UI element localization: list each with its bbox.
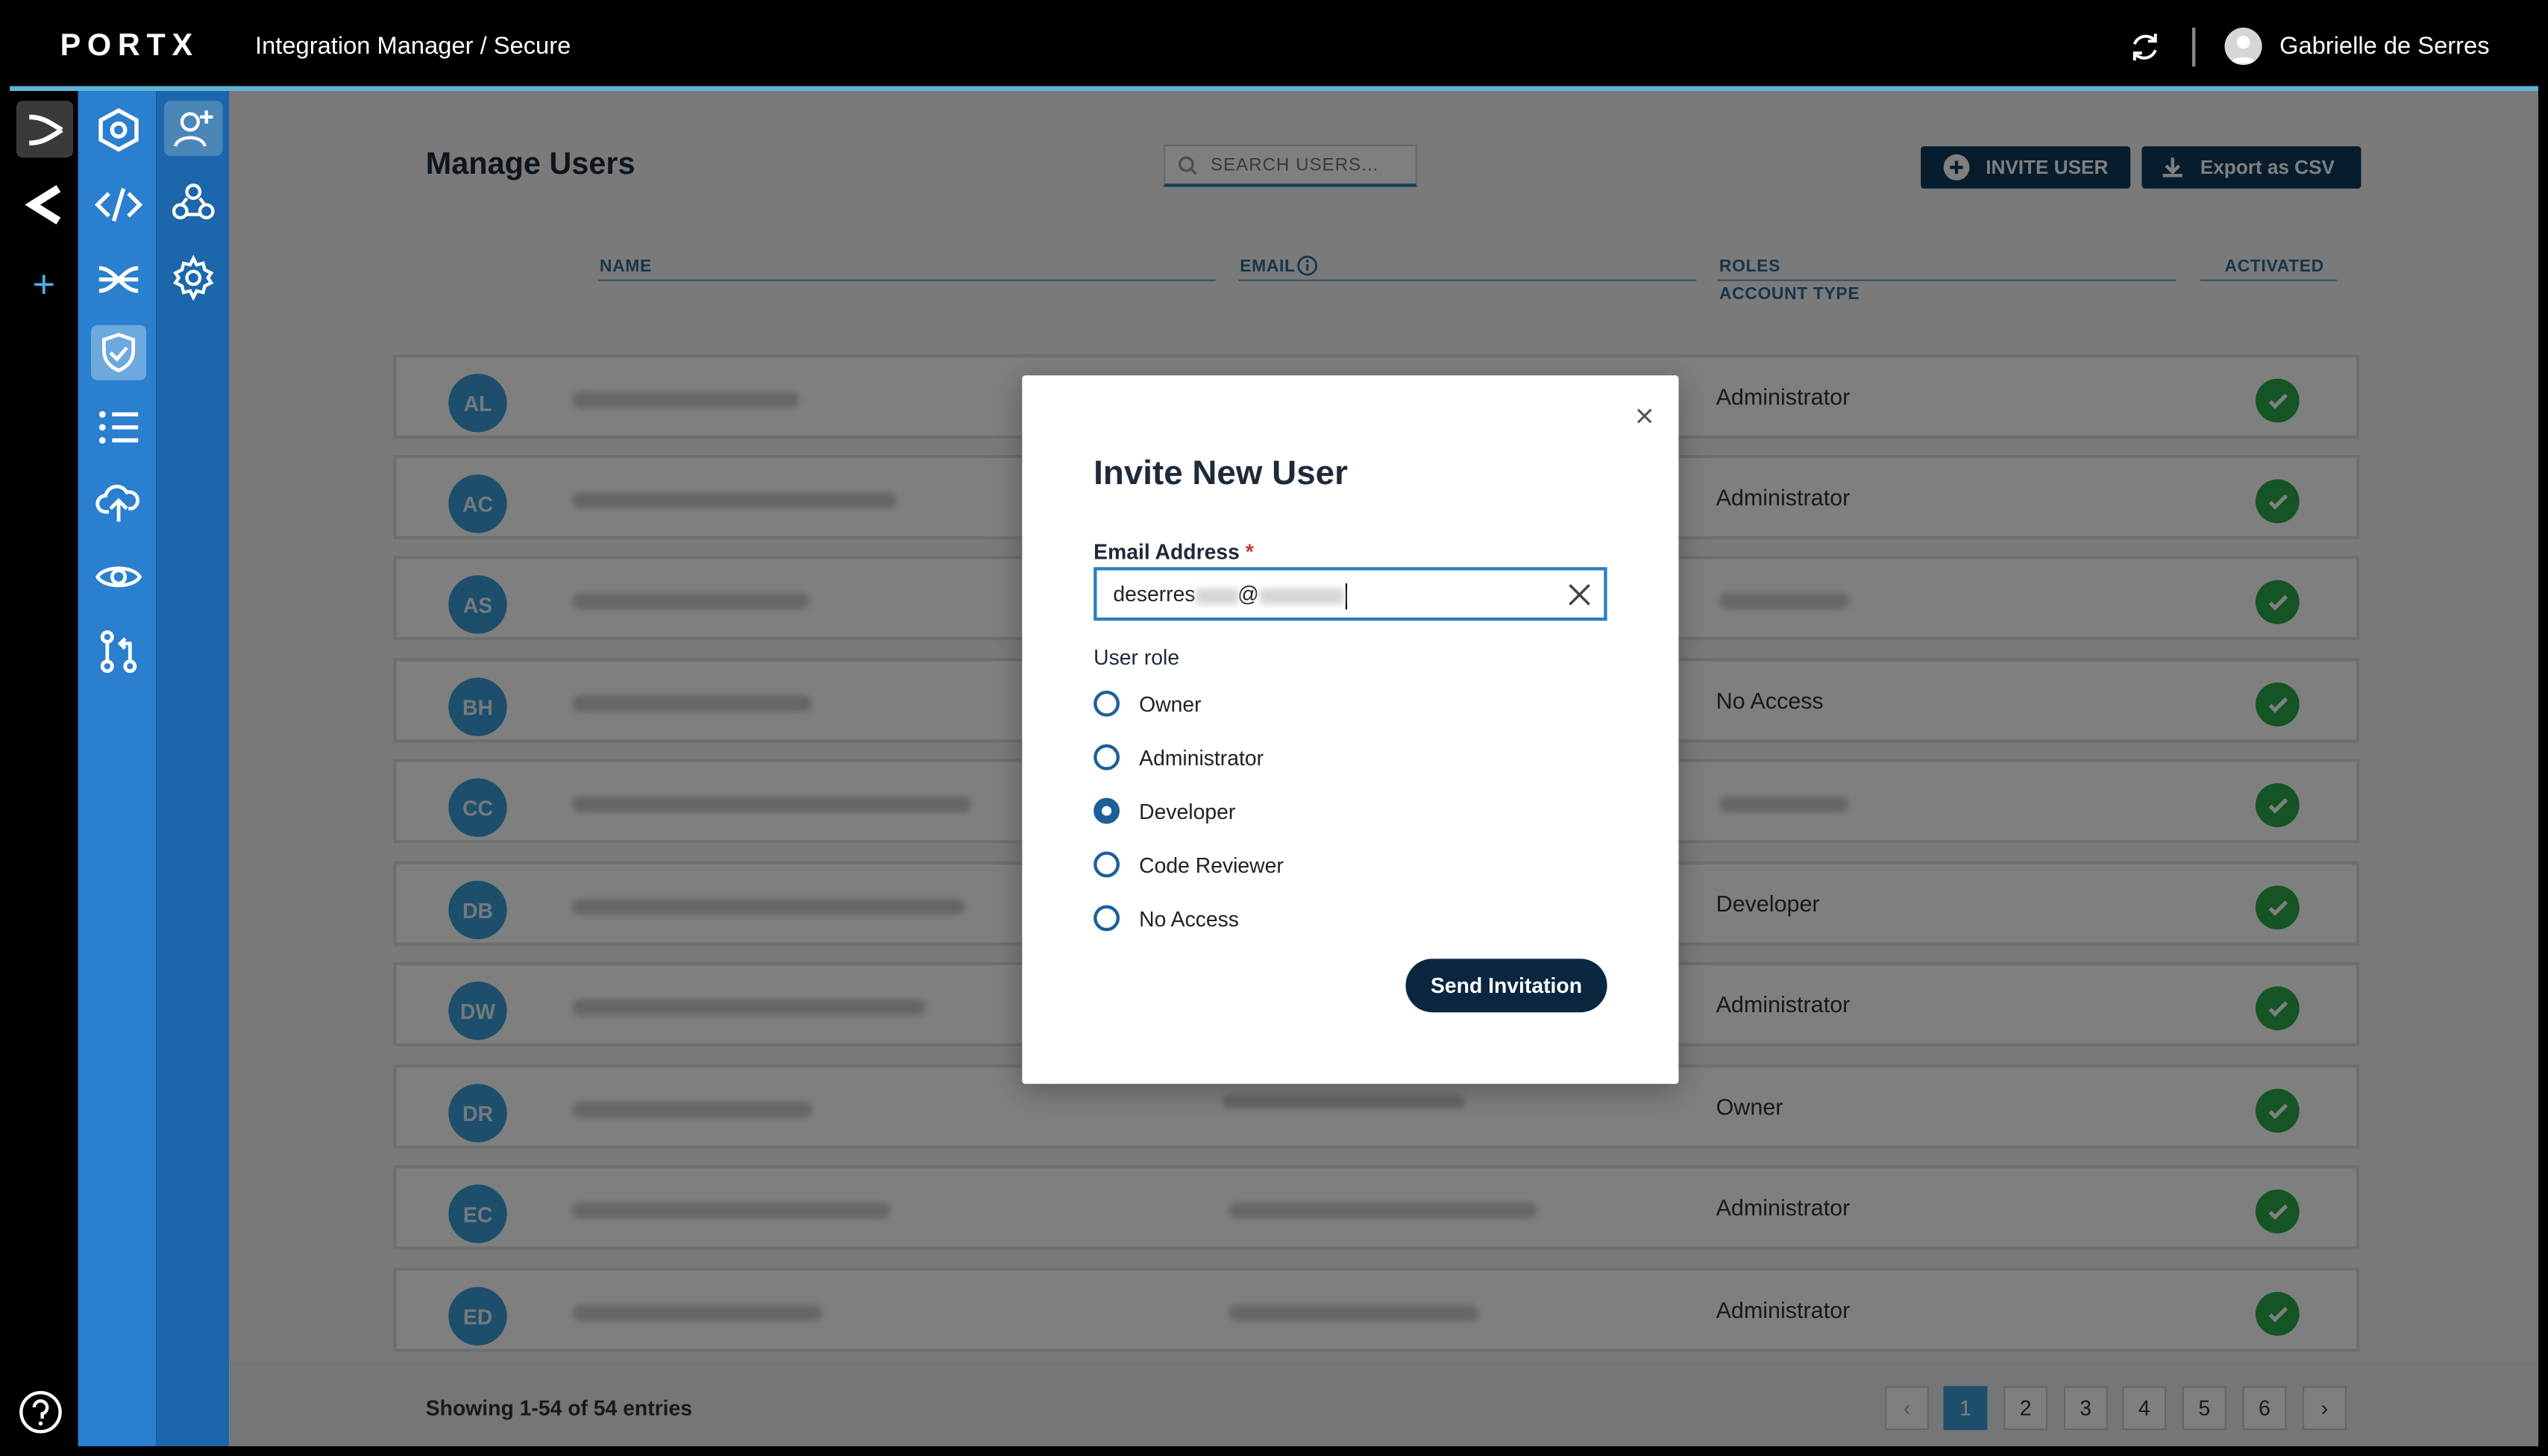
email-value[interactable]: deserres @ <box>1113 582 1348 609</box>
code-icon[interactable] <box>91 177 146 232</box>
radio-button[interactable] <box>1093 744 1120 771</box>
role-option-label: Developer <box>1139 798 1236 823</box>
close-icon[interactable] <box>1633 404 1656 427</box>
radio-button-selected[interactable] <box>1093 797 1120 824</box>
user-avatar-icon[interactable] <box>2224 28 2262 66</box>
role-option-developer[interactable]: Developer <box>1093 793 1235 829</box>
role-option-label: Administrator <box>1139 744 1264 770</box>
refresh-icon[interactable] <box>2127 29 2163 65</box>
add-icon[interactable]: + <box>22 263 65 307</box>
add-user-icon[interactable] <box>164 101 223 157</box>
invite-user-modal: Invite New User Email Address * deserres… <box>1022 375 1679 1085</box>
user-role-label: User role <box>1093 644 1180 670</box>
eye-icon[interactable] <box>91 549 146 604</box>
gear-icon[interactable] <box>164 250 222 305</box>
list-icon[interactable] <box>91 400 146 455</box>
redacted-email-domain <box>1258 587 1344 604</box>
modal-title: Invite New User <box>1093 454 1348 493</box>
c-brand-icon[interactable] <box>19 179 72 231</box>
radio-button[interactable] <box>1093 690 1120 717</box>
required-mark: * <box>1245 539 1254 564</box>
email-label: Email Address * <box>1093 539 1254 564</box>
role-option-code-reviewer[interactable]: Code Reviewer <box>1093 847 1284 882</box>
portx-x-icon[interactable] <box>16 101 74 158</box>
header-separator <box>2191 28 2196 67</box>
portx-logo[interactable]: PORTX <box>60 29 199 65</box>
cloud-upload-icon[interactable] <box>91 474 146 530</box>
user-name[interactable]: Gabrielle de Serres <box>2279 33 2490 60</box>
send-invitation-button[interactable]: Send Invitation <box>1405 958 1607 1013</box>
role-option-administrator[interactable]: Administrator <box>1093 739 1264 775</box>
redacted-email-part <box>1195 587 1238 604</box>
clear-input-icon[interactable] <box>1568 583 1591 606</box>
git-pull-request-icon[interactable] <box>91 624 146 680</box>
role-option-owner[interactable]: Owner <box>1093 685 1202 721</box>
hexagon-settings-icon[interactable] <box>91 102 146 157</box>
breadcrumb: Integration Manager / Secure <box>255 32 571 60</box>
role-option-label: Owner <box>1139 691 1202 716</box>
text-cursor <box>1345 583 1348 609</box>
role-option-no-access[interactable]: No Access <box>1093 900 1239 936</box>
group-icon[interactable] <box>164 175 222 230</box>
bottom-strip <box>0 1446 2548 1456</box>
role-option-label: No Access <box>1139 906 1239 931</box>
role-option-label: Code Reviewer <box>1139 852 1284 877</box>
shuffle-icon[interactable] <box>91 252 146 307</box>
radio-button[interactable] <box>1093 905 1120 932</box>
radio-button[interactable] <box>1093 851 1120 878</box>
shield-check-icon[interactable] <box>90 324 147 380</box>
email-field[interactable]: deserres @ <box>1093 567 1607 621</box>
help-icon[interactable] <box>18 1390 63 1435</box>
